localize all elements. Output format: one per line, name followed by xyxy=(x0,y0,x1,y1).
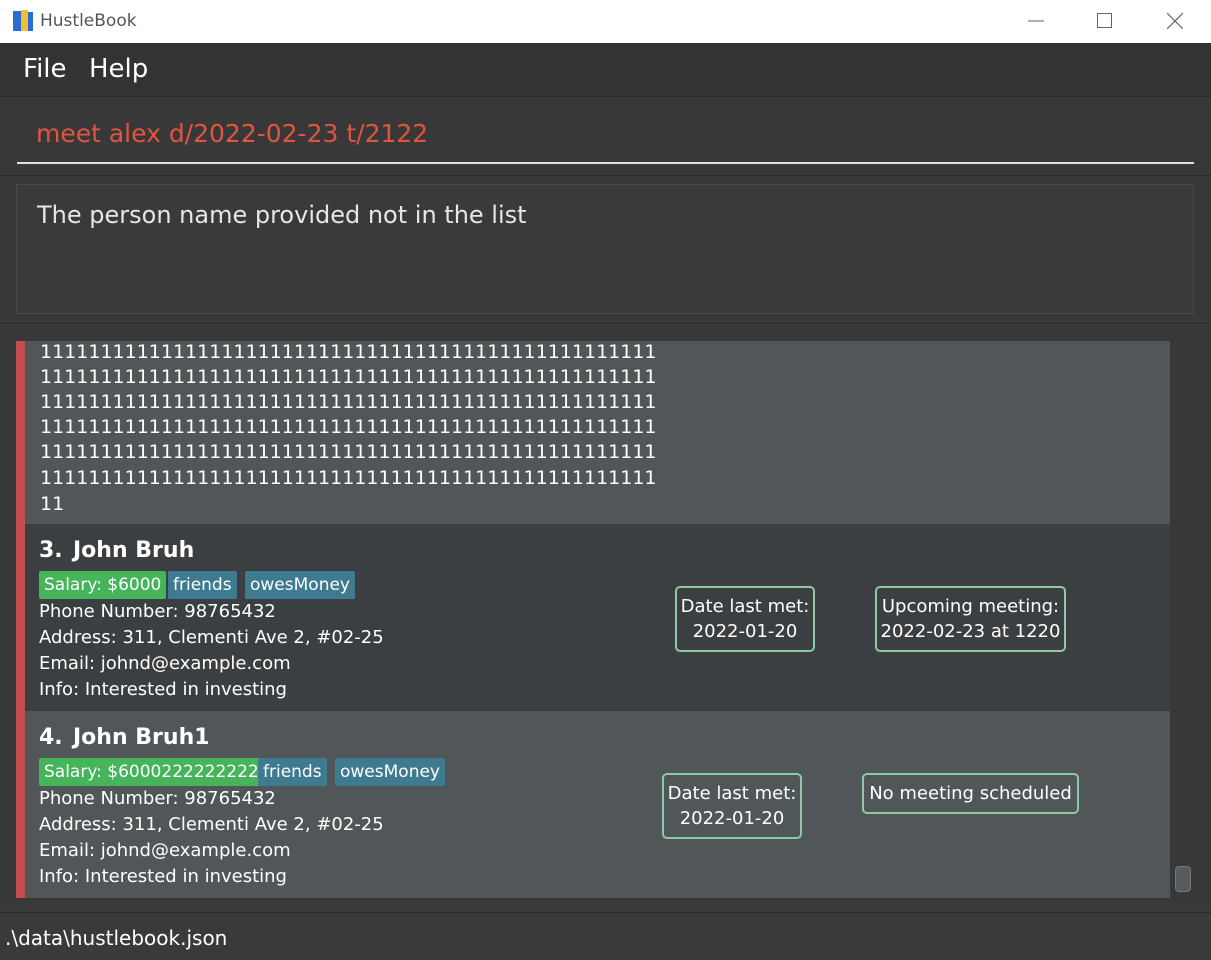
window-title: HustleBook xyxy=(40,11,137,31)
tag-owes-money: owesMoney xyxy=(245,571,355,599)
date-last-met-value: 2022-01-20 xyxy=(692,621,798,642)
no-meeting-label: No meeting scheduled xyxy=(869,783,1072,804)
info-text-line: 1111111111111111111111111111111111111111… xyxy=(40,366,657,388)
upcoming-meeting-value: 2022-02-23 at 1220 xyxy=(880,621,1061,642)
tag-owes-money: owesMoney xyxy=(335,758,445,786)
tag-friends: friends xyxy=(168,571,237,599)
app-book-icon xyxy=(13,10,33,31)
info-text-line: 1111111111111111111111111111111111111111… xyxy=(40,341,657,363)
result-message: The person name provided not in the list xyxy=(37,201,527,229)
phone-number: Phone Number: 98765432 xyxy=(39,788,276,809)
scroll-thumb[interactable] xyxy=(1175,866,1191,892)
person-card-partial[interactable]: 1111111111111111111111111111111111111111… xyxy=(25,341,1170,524)
address: Address: 311, Clementi Ave 2, #02-25 xyxy=(39,814,384,835)
date-last-met-box: Date last met: 2022-01-20 xyxy=(662,773,802,839)
salary-tag: Salary: $6000222222222 xyxy=(39,758,264,786)
result-pane: The person name provided not in the list xyxy=(0,176,1211,324)
person-card[interactable]: 4. John Bruh1 Salary: $6000222222222 fri… xyxy=(25,711,1170,898)
date-last-met-box: Date last met: 2022-01-20 xyxy=(675,586,815,652)
person-name: John Bruh xyxy=(73,538,195,563)
info-text-line: 11 xyxy=(40,493,65,515)
person-index: 4. xyxy=(39,725,63,750)
date-last-met-value: 2022-01-20 xyxy=(679,808,785,829)
list-accent-bar xyxy=(16,341,25,898)
info: Info: Interested in investing xyxy=(39,679,287,700)
maximize-button[interactable] xyxy=(1082,0,1128,42)
phone-number: Phone Number: 98765432 xyxy=(39,601,276,622)
person-index: 3. xyxy=(39,538,63,563)
person-list[interactable]: 1111111111111111111111111111111111111111… xyxy=(16,341,1170,898)
command-pane: meet alex d/2022-02-23 t/2122 xyxy=(0,97,1211,176)
close-button[interactable] xyxy=(1152,0,1198,42)
minimize-button[interactable] xyxy=(1013,0,1059,42)
person-list-pane: 1111111111111111111111111111111111111111… xyxy=(0,325,1211,911)
minimize-icon xyxy=(1028,20,1044,22)
info-text-line: 1111111111111111111111111111111111111111… xyxy=(40,391,657,413)
upcoming-meeting-box: Upcoming meeting: 2022-02-23 at 1220 xyxy=(875,586,1066,652)
upcoming-meeting-label: Upcoming meeting: xyxy=(881,596,1060,617)
status-bar: .\data\hustlebook.json xyxy=(0,912,1211,960)
person-name: John Bruh1 xyxy=(73,725,210,750)
menu-bar: File Help xyxy=(0,43,1211,97)
save-location: .\data\hustlebook.json xyxy=(5,926,228,950)
command-input[interactable]: meet alex d/2022-02-23 t/2122 xyxy=(17,107,1194,164)
salary-tag: Salary: $6000 xyxy=(39,571,167,599)
title-bar: HustleBook xyxy=(0,0,1211,44)
close-icon xyxy=(1167,13,1183,29)
menu-help[interactable]: Help xyxy=(89,54,148,84)
maximize-icon xyxy=(1097,13,1112,28)
address: Address: 311, Clementi Ave 2, #02-25 xyxy=(39,627,384,648)
email: Email: johnd@example.com xyxy=(39,840,291,861)
command-input-text[interactable]: meet alex d/2022-02-23 t/2122 xyxy=(36,119,428,148)
info-text-line: 1111111111111111111111111111111111111111… xyxy=(40,467,657,489)
info-text-line: 1111111111111111111111111111111111111111… xyxy=(40,416,657,438)
info: Info: Interested in investing xyxy=(39,866,287,887)
list-scrollbar[interactable] xyxy=(1174,341,1194,898)
no-meeting-box: No meeting scheduled xyxy=(862,773,1079,814)
person-card[interactable]: 3. John Bruh Salary: $6000 friends owesM… xyxy=(25,524,1170,711)
info-text-line: 1111111111111111111111111111111111111111… xyxy=(40,441,657,463)
result-display[interactable]: The person name provided not in the list xyxy=(16,184,1194,314)
tag-friends: friends xyxy=(258,758,327,786)
date-last-met-label: Date last met: xyxy=(680,596,810,617)
email: Email: johnd@example.com xyxy=(39,653,291,674)
menu-file[interactable]: File xyxy=(23,54,67,84)
date-last-met-label: Date last met: xyxy=(667,783,797,804)
